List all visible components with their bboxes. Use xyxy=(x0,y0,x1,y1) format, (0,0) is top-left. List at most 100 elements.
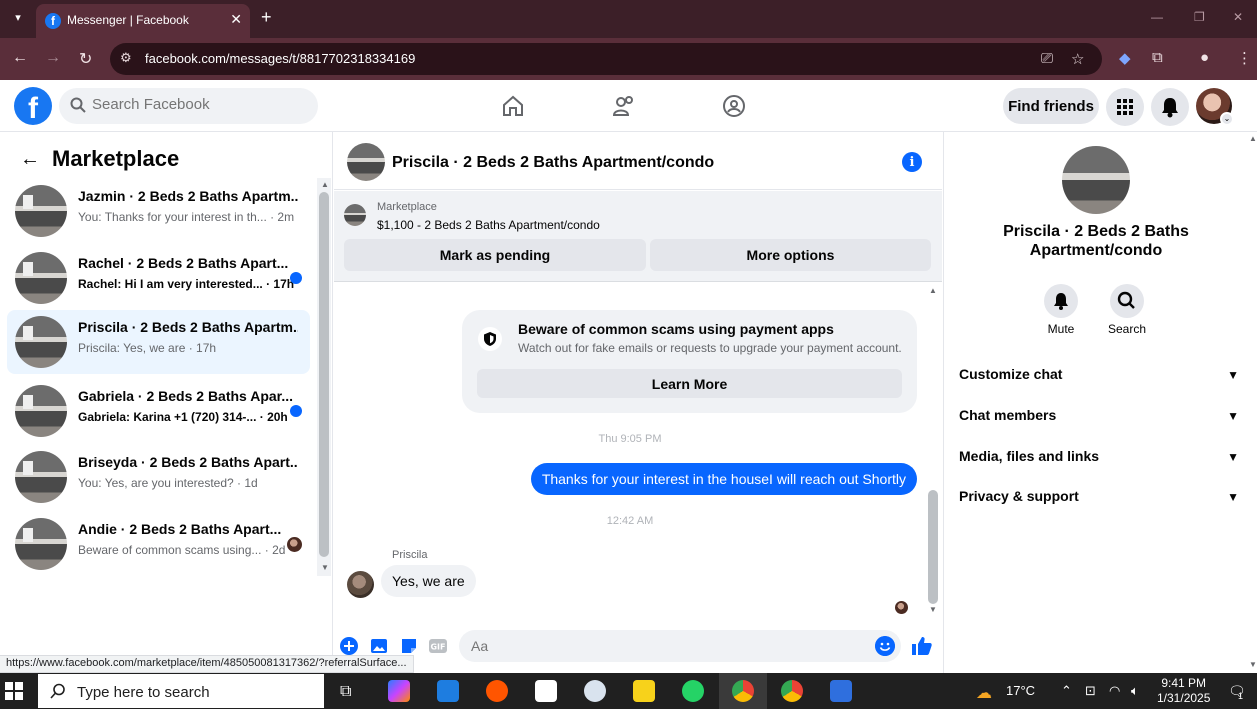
notification-icon[interactable]: 🗨︎ xyxy=(1228,683,1246,700)
menu-grid-button[interactable] xyxy=(1106,88,1144,126)
friends-icon[interactable] xyxy=(612,94,636,118)
url-text[interactable]: facebook.com/messages/t/8817702318334169 xyxy=(145,51,415,66)
chevron-down-icon[interactable]: ⌄ xyxy=(1220,112,1234,126)
scroll-up-icon[interactable]: ▲ xyxy=(929,286,937,295)
search-label: Search xyxy=(1107,322,1147,336)
emoji-icon[interactable] xyxy=(875,636,895,656)
temperature[interactable]: 17°C xyxy=(1006,683,1035,698)
scroll-down-icon[interactable]: ▼ xyxy=(1249,660,1257,669)
scroll-up-icon[interactable]: ▲ xyxy=(321,180,329,189)
back-icon[interactable]: ← xyxy=(12,49,28,67)
listing-photo[interactable] xyxy=(1062,146,1130,214)
facebook-logo-icon[interactable]: f xyxy=(14,87,52,125)
chrome-menu-icon[interactable]: ⋮ xyxy=(1237,49,1252,67)
install-app-icon[interactable]: ⎚ xyxy=(1041,50,1053,67)
puzzle-extensions-icon[interactable]: ⧉ xyxy=(1152,49,1163,66)
chevron-down-icon: ▼ xyxy=(1227,450,1239,464)
listing-price[interactable]: $1,100 - 2 Beds 2 Baths Apartment/condo xyxy=(377,218,600,232)
close-window-icon[interactable]: ✕ xyxy=(1233,10,1243,24)
privacy-support-row[interactable]: Privacy & support ▼ xyxy=(959,488,1239,518)
listing-thumbnail[interactable] xyxy=(344,204,366,226)
scroll-up-icon[interactable]: ▲ xyxy=(1249,134,1257,143)
info-icon[interactable]: i xyxy=(902,152,922,172)
chat-title[interactable]: Priscila · 2 Beds 2 Baths Apartment/cond… xyxy=(392,154,714,172)
gif-icon[interactable]: GIF xyxy=(428,636,448,656)
task-view-icon[interactable]: ⧉ xyxy=(340,683,351,701)
conversation-item-active[interactable]: Priscila · 2 Beds 2 Baths Apartm... Pris… xyxy=(7,310,310,374)
timestamp: 12:42 AM xyxy=(606,515,654,527)
minimize-icon[interactable]: — xyxy=(1151,10,1163,24)
conversation-item[interactable]: Andie · 2 Beds 2 Baths Apart... Beware o… xyxy=(7,512,310,576)
groups-icon[interactable] xyxy=(722,94,746,118)
learn-more-button[interactable]: Learn More xyxy=(477,369,902,398)
bookmark-star-icon[interactable]: ☆ xyxy=(1071,50,1084,68)
plus-icon[interactable] xyxy=(339,636,359,656)
sender-avatar[interactable] xyxy=(347,571,374,598)
new-tab-icon[interactable]: + xyxy=(261,7,272,28)
back-arrow-icon[interactable]: ← xyxy=(20,148,40,171)
address-bar[interactable]: ⚙ facebook.com/messages/t/88177023183341… xyxy=(110,43,1102,75)
more-options-button[interactable]: More options xyxy=(650,239,931,271)
sticker-icon[interactable] xyxy=(399,636,419,656)
seen-avatar xyxy=(287,537,302,552)
like-thumb-icon[interactable] xyxy=(910,634,934,658)
tab-search-icon[interactable]: ▾ xyxy=(8,8,28,28)
tray-chevron-up-icon[interactable]: ⌃ xyxy=(1061,683,1072,699)
mute-button[interactable]: Mute xyxy=(1031,284,1091,336)
app-icon[interactable] xyxy=(535,680,557,702)
mark-as-pending-button[interactable]: Mark as pending xyxy=(344,239,646,271)
search-input[interactable] xyxy=(92,96,302,113)
scroll-down-icon[interactable]: ▼ xyxy=(321,563,329,572)
conversation-name: Priscila · 2 Beds 2 Baths Apartm... xyxy=(78,319,298,335)
weather-icon[interactable]: ☁ xyxy=(976,683,992,703)
home-icon[interactable] xyxy=(501,94,525,118)
site-info-icon[interactable]: ⚙ xyxy=(120,50,132,66)
app-icon[interactable] xyxy=(830,680,852,702)
chrome-icon[interactable] xyxy=(732,680,754,702)
photo-icon[interactable] xyxy=(369,636,389,656)
chat-members-row[interactable]: Chat members ▼ xyxy=(959,407,1239,437)
close-tab-icon[interactable]: ✕ xyxy=(230,11,242,28)
copilot-icon[interactable] xyxy=(388,680,410,702)
browser-tab[interactable]: f Messenger | Facebook ✕ xyxy=(36,4,250,38)
incoming-message[interactable]: Yes, we are xyxy=(381,565,476,597)
scrollbar-thumb[interactable] xyxy=(319,192,329,557)
system-clock[interactable]: 9:41 PM 1/31/2025 xyxy=(1157,676,1210,706)
windows-taskbar: Type here to search ⧉ ☁ 17°C ⌃ ⊡ ◠ 🔈︎ 9:… xyxy=(0,673,1257,709)
whatsapp-icon[interactable] xyxy=(682,680,704,702)
outgoing-message[interactable]: Thanks for your interest in the houseI w… xyxy=(530,463,917,495)
windows-start-icon[interactable] xyxy=(5,682,23,700)
search-in-chat-button[interactable]: Search xyxy=(1097,284,1157,336)
search-box[interactable] xyxy=(59,88,318,124)
conversation-item[interactable]: Gabriela · 2 Beds 2 Baths Apar... Gabrie… xyxy=(7,379,310,443)
notifications-button[interactable] xyxy=(1151,88,1189,126)
soundcloud-icon[interactable] xyxy=(486,680,508,702)
store-icon[interactable] xyxy=(437,680,459,702)
conversation-item[interactable]: Jazmin · 2 Beds 2 Baths Apartm... You: T… xyxy=(7,179,310,243)
chrome-icon[interactable] xyxy=(781,680,803,702)
customize-chat-row[interactable]: Customize chat ▼ xyxy=(959,366,1239,396)
reload-icon[interactable]: ↻ xyxy=(79,49,92,69)
page-scrollbar[interactable] xyxy=(1248,132,1257,673)
chat-thumbnail[interactable] xyxy=(347,143,385,181)
message-input[interactable] xyxy=(459,630,901,662)
find-friends-button[interactable]: Find friends xyxy=(1003,88,1099,124)
scrollbar-thumb[interactable] xyxy=(928,490,938,604)
conversation-item[interactable]: Rachel · 2 Beds 2 Baths Apart... Rachel:… xyxy=(7,246,310,310)
search-icon xyxy=(70,97,86,113)
wifi-icon[interactable]: ◠ xyxy=(1109,683,1120,699)
scroll-down-icon[interactable]: ▼ xyxy=(929,605,937,614)
sticky-notes-icon[interactable] xyxy=(633,680,655,702)
extension-icon[interactable]: ◆ xyxy=(1119,49,1131,67)
maximize-icon[interactable]: ❐ xyxy=(1194,10,1205,24)
volume-icon[interactable]: 🔈︎ xyxy=(1131,683,1139,699)
profile-icon[interactable]: ● xyxy=(1200,49,1209,66)
taskbar-search[interactable]: Type here to search xyxy=(38,674,324,708)
media-files-row[interactable]: Media, files and links ▼ xyxy=(959,448,1239,478)
forward-icon[interactable]: → xyxy=(45,49,61,67)
scam-title: Beware of common scams using payment app… xyxy=(518,321,834,337)
app-icon[interactable] xyxy=(584,680,606,702)
link-status-bubble: https://www.facebook.com/marketplace/ite… xyxy=(0,655,414,673)
meet-icon[interactable]: ⊡ xyxy=(1085,683,1096,699)
conversation-item[interactable]: Briseyda · 2 Beds 2 Baths Apart... You: … xyxy=(7,445,310,509)
